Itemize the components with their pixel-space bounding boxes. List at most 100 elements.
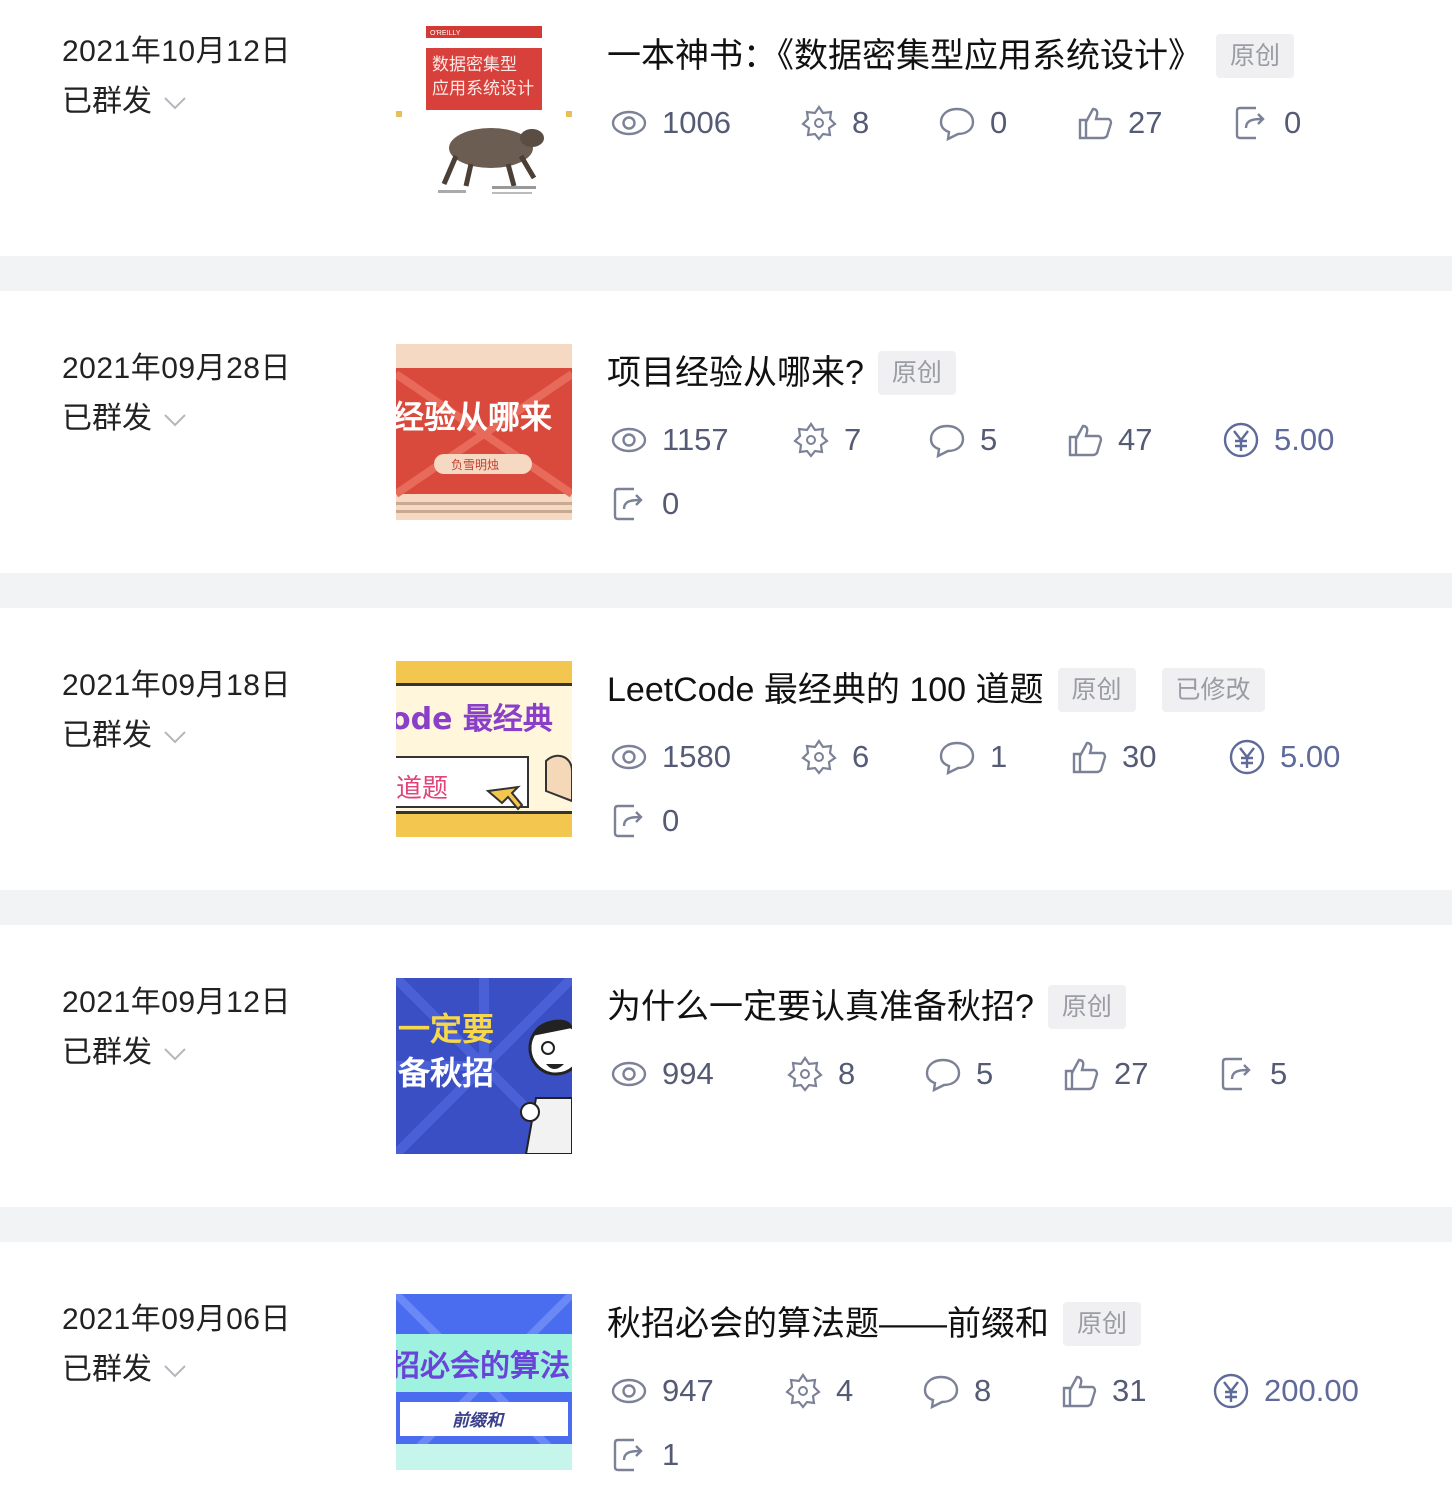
yuan-icon <box>1213 1373 1249 1409</box>
thumb-title: 一定要 <box>398 1010 494 1048</box>
share-icon <box>613 804 643 838</box>
shares-count: 0 <box>1284 105 1302 140</box>
shares-count: 1 <box>662 1437 680 1472</box>
watch-stat: 4 <box>784 1372 853 1410</box>
comments-count: 0 <box>990 105 1008 140</box>
article-thumbnail[interactable]: 招必会的算法 前缀和 <box>396 1294 572 1470</box>
article-title[interactable]: 项目经验从哪来? <box>607 351 864 395</box>
views-count: 1157 <box>662 422 729 457</box>
original-tag: 原创 <box>1057 668 1136 712</box>
thumb-title: 招必会的算法 <box>396 1349 570 1384</box>
eye-icon <box>611 744 647 770</box>
share-icon <box>613 487 643 521</box>
article-title[interactable]: 秋招必会的算法题——前缀和 <box>607 1302 1049 1346</box>
comment-icon <box>929 424 965 459</box>
eye-icon <box>611 427 647 453</box>
article-thumbnail[interactable]: O'REILLY 数据密集型 应用系统设计 <box>396 26 572 202</box>
likes-count: 31 <box>1112 1373 1147 1408</box>
comments-stat: 5 <box>924 1055 993 1093</box>
thumb-brand: O'REILLY <box>430 30 461 37</box>
views-stat: 1006 <box>610 104 731 142</box>
shares-stat: 5 <box>1218 1055 1287 1093</box>
yuan-icon <box>1229 739 1265 775</box>
reward-stat: 5.00 <box>1228 738 1340 776</box>
eye-icon <box>611 1061 647 1087</box>
status-label: 已群发 <box>62 85 152 118</box>
thumbs-up-icon <box>1072 741 1107 774</box>
article-thumbnail[interactable]: 一定要 备秋招 <box>396 978 572 1154</box>
likes-count: 27 <box>1128 105 1163 140</box>
article-row: 2021年09月28日 已群发 经验从哪来 负雪明烛 项目经验从哪来? 原创 1… <box>0 291 1452 573</box>
article-thumbnail[interactable]: ode 最经典 道题 <box>396 661 572 837</box>
thumbs-up-icon <box>1064 1058 1099 1091</box>
likes-stat: 47 <box>1066 421 1152 459</box>
comments-count: 1 <box>990 739 1008 774</box>
original-tag: 原创 <box>1047 985 1126 1029</box>
thumb-author: 负雪明烛 <box>451 458 499 472</box>
thumbs-up-icon <box>1068 424 1103 457</box>
article-title[interactable]: LeetCode 最经典的 100 道题 <box>607 668 1044 712</box>
comments-stat: 0 <box>938 104 1007 142</box>
chevron-down-icon <box>164 1048 186 1061</box>
likes-stat: 31 <box>1060 1372 1146 1410</box>
views-count: 1006 <box>662 105 731 140</box>
views-stat: 1580 <box>610 738 731 776</box>
watch-icon <box>793 422 829 458</box>
article-title[interactable]: 一本神书：《数据密集型应用系统设计》 <box>607 34 1202 78</box>
thumb-title: 经验从哪来 <box>396 398 552 436</box>
thumbs-up-icon <box>1078 107 1113 140</box>
watch-stat: 8 <box>786 1055 855 1093</box>
original-tag: 原创 <box>877 351 956 395</box>
thumb-title: ode 最经典 <box>396 702 553 737</box>
article-row: 2021年09月06日 已群发 招必会的算法 前缀和 秋招必会的算法题——前缀和… <box>0 1242 1452 1502</box>
title-line: 为什么一定要认真准备秋招? 原创 <box>607 985 1126 1029</box>
comment-icon <box>925 1058 961 1093</box>
watch-stat: 7 <box>792 421 861 459</box>
article-title[interactable]: 为什么一定要认真准备秋招? <box>607 985 1034 1029</box>
status-dropdown[interactable]: 已群发 <box>62 1035 188 1071</box>
comment-icon <box>923 1375 959 1410</box>
article-thumbnail[interactable]: 经验从哪来 负雪明烛 <box>396 344 572 520</box>
watch-count: 4 <box>836 1373 854 1408</box>
views-stat: 994 <box>610 1055 714 1093</box>
watch-count: 8 <box>838 1056 856 1091</box>
share-icon <box>613 1438 643 1472</box>
watch-icon <box>785 1373 821 1409</box>
chevron-down-icon <box>164 731 186 744</box>
views-stat: 1157 <box>610 421 729 459</box>
likes-count: 47 <box>1118 422 1153 457</box>
status-dropdown[interactable]: 已群发 <box>62 1352 188 1388</box>
publish-date: 2021年09月18日 <box>62 669 291 702</box>
watch-count: 6 <box>852 739 870 774</box>
status-dropdown[interactable]: 已群发 <box>62 84 188 120</box>
thumbs-up-icon <box>1062 1375 1097 1408</box>
chevron-down-icon <box>164 97 186 110</box>
watch-stat: 8 <box>800 104 869 142</box>
title-line: 项目经验从哪来? 原创 <box>607 351 956 395</box>
reward-stat: 5.00 <box>1222 421 1334 459</box>
likes-stat: 27 <box>1062 1055 1148 1093</box>
views-count: 1580 <box>662 739 731 774</box>
eye-icon <box>611 1378 647 1404</box>
comments-count: 5 <box>980 422 998 457</box>
share-icon <box>1235 106 1265 140</box>
status-label: 已群发 <box>62 1036 152 1069</box>
status-dropdown[interactable]: 已群发 <box>62 401 188 437</box>
comments-count: 5 <box>976 1056 994 1091</box>
status-dropdown[interactable]: 已群发 <box>62 718 188 754</box>
shares-stat: 1 <box>610 1436 679 1474</box>
shares-count: 5 <box>1270 1056 1288 1091</box>
modified-tag: 已修改 <box>1161 668 1265 712</box>
thumb-title-2: 应用系统设计 <box>432 79 534 99</box>
title-line: LeetCode 最经典的 100 道题 原创 已修改 <box>607 668 1265 712</box>
article-row: 2021年09月18日 已群发 ode 最经典 道题 LeetCode 最经典的… <box>0 608 1452 890</box>
original-tag: 原创 <box>1216 34 1295 78</box>
yuan-icon <box>1223 422 1259 458</box>
comments-stat: 1 <box>938 738 1007 776</box>
likes-stat: 30 <box>1070 738 1156 776</box>
likes-stat: 27 <box>1076 104 1162 142</box>
comment-icon <box>939 107 975 142</box>
comments-stat: 5 <box>928 421 997 459</box>
watch-icon <box>801 739 837 775</box>
watch-stat: 6 <box>800 738 869 776</box>
